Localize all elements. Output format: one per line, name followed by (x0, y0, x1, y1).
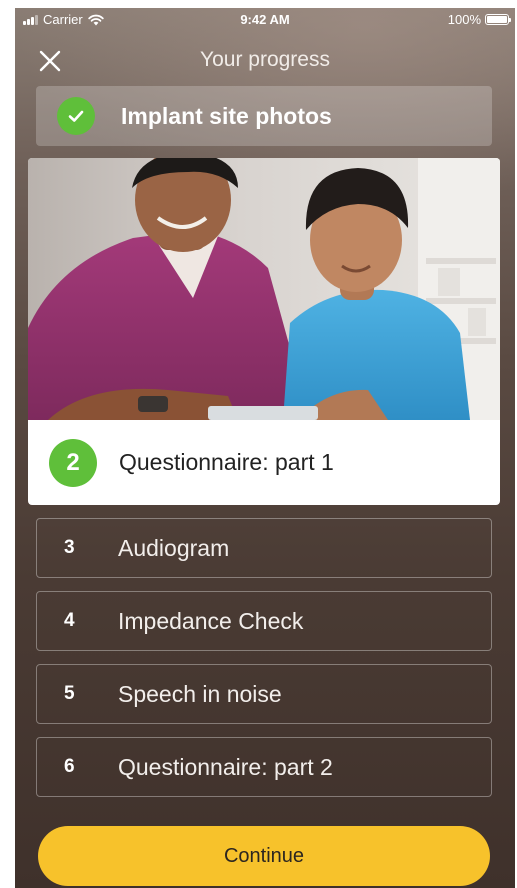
step-label: Audiogram (118, 534, 230, 561)
step-label: Impedance Check (118, 607, 304, 634)
step-implant-site-photos[interactable]: Implant site photos (36, 86, 492, 146)
step-number: 4 (64, 610, 75, 631)
step-number: 5 (64, 683, 75, 704)
active-step-row: 2 Questionnaire: part 1 (28, 420, 500, 505)
step-label: Speech in noise (118, 680, 282, 707)
father-son-photo (28, 158, 500, 420)
step-impedance-check[interactable]: 4 Impedance Check (36, 591, 492, 651)
status-right: 100% (447, 12, 511, 27)
step-questionnaire-part-1[interactable]: 2 Questionnaire: part 1 (28, 158, 500, 505)
step-label: Implant site photos (121, 102, 332, 129)
battery-icon (485, 14, 511, 25)
header: Your progress (15, 42, 515, 78)
step-label: Questionnaire: part 2 (118, 753, 333, 780)
continue-button[interactable]: Continue (38, 826, 490, 886)
step-label: Questionnaire: part 1 (119, 449, 334, 475)
step-audiogram[interactable]: 3 Audiogram (36, 518, 492, 578)
check-icon (57, 97, 95, 135)
step-number-badge: 2 (49, 438, 97, 487)
step-questionnaire-part-2[interactable]: 6 Questionnaire: part 2 (36, 737, 492, 797)
battery-percent: 100% (447, 12, 481, 27)
step-speech-in-noise[interactable]: 5 Speech in noise (36, 664, 492, 724)
step-number: 3 (64, 537, 75, 558)
status-time: 9:42 AM (240, 12, 290, 27)
app-screen: Carrier 9:42 AM 100% Your progress Impla… (15, 8, 515, 888)
status-bar: Carrier 9:42 AM 100% (15, 8, 515, 34)
page-title: Your progress (200, 48, 330, 71)
step-number: 6 (64, 756, 75, 777)
